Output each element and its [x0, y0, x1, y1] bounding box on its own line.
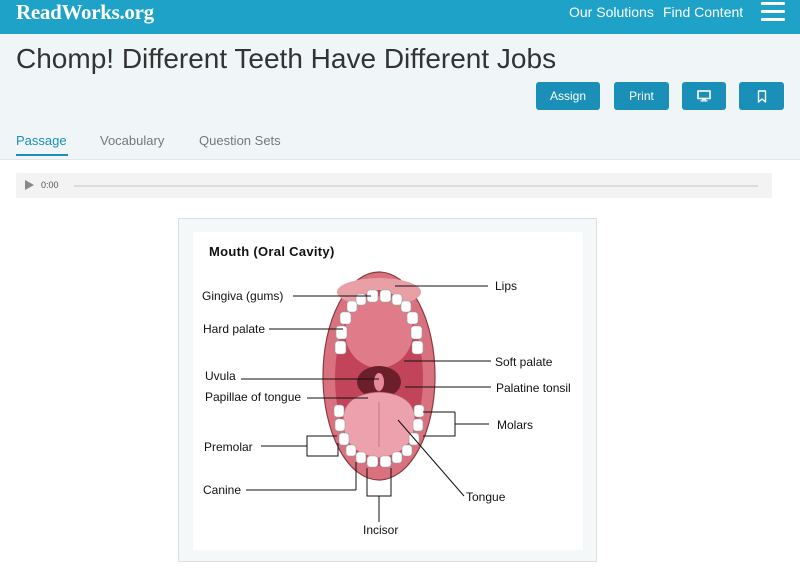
label-papillae: Papillae of tongue [205, 390, 302, 404]
hamburger-menu-icon[interactable] [761, 2, 785, 22]
uvula-shape [374, 373, 384, 391]
label-lips: Lips [495, 279, 518, 293]
print-button[interactable]: Print [614, 82, 669, 110]
bookmark-button[interactable] [739, 82, 784, 110]
assign-button[interactable]: Assign [536, 82, 600, 110]
nav-our-solutions[interactable]: Our Solutions [569, 4, 654, 20]
nav-find-content[interactable]: Find Content [663, 4, 743, 20]
label-soft-palate: Soft palate [495, 355, 553, 369]
audio-progress-track[interactable] [74, 185, 758, 187]
audio-time: 0:00 [41, 180, 59, 190]
readworks-logo[interactable]: ReadWorks.org [16, 0, 154, 25]
tab-vocabulary[interactable]: Vocabulary [100, 133, 164, 148]
tab-passage[interactable]: Passage [16, 133, 67, 148]
active-tab-indicator [16, 154, 68, 156]
label-gingiva: Gingiva (gums) [202, 289, 284, 303]
label-canine: Canine [203, 483, 242, 497]
label-premolar: Premolar [204, 440, 253, 454]
monitor-icon [697, 90, 711, 102]
diagram-title: Mouth (Oral Cavity) [209, 244, 335, 259]
mouth-diagram: Mouth (Oral Cavity) Gingiva (gums) Hard … [193, 232, 583, 550]
label-incisor: Incisor [363, 523, 399, 537]
audio-player: 0:00 [16, 173, 772, 198]
projector-button[interactable] [682, 82, 726, 110]
tab-question-sets[interactable]: Question Sets [199, 133, 281, 148]
page-title: Chomp! Different Teeth Have Different Jo… [16, 43, 557, 74]
label-tongue: Tongue [466, 490, 506, 504]
label-uvula: Uvula [205, 369, 236, 383]
label-palatine-tonsil: Palatine tonsil [496, 381, 571, 395]
top-navigation-bar: ReadWorks.org Our Solutions Find Content [0, 0, 800, 34]
play-icon[interactable] [25, 180, 34, 190]
label-hard-palate: Hard palate [203, 322, 266, 336]
bookmark-icon [757, 89, 766, 103]
label-molars: Molars [497, 418, 534, 432]
